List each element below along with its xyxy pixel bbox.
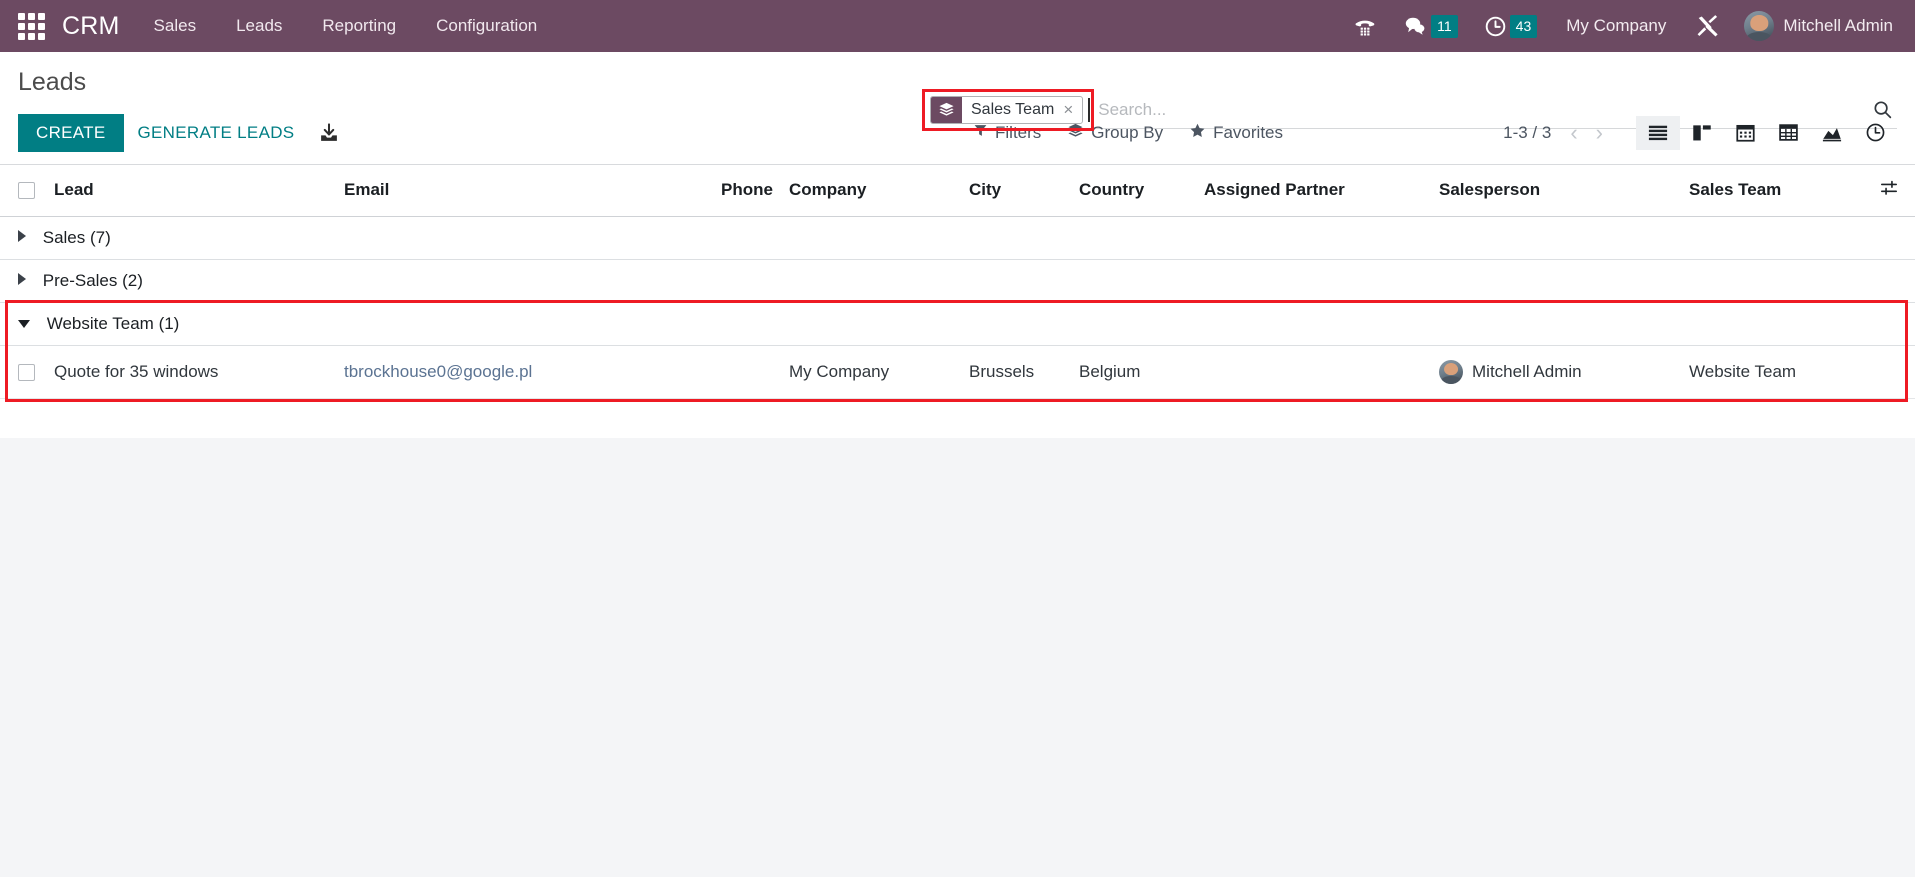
column-header-sales-team[interactable]: Sales Team <box>1681 164 1869 217</box>
view-switcher <box>1636 115 1897 150</box>
control-panel-right: 1-3 / 3 ‹ › <box>1493 115 1897 150</box>
group-row-website-team[interactable]: Website Team (1) <box>0 302 1915 346</box>
table-row[interactable]: Quote for 35 windows tbrockhouse0@google… <box>0 345 1915 399</box>
column-header-country[interactable]: Country <box>1071 164 1196 217</box>
company-switcher[interactable]: My Company <box>1550 0 1682 52</box>
select-all-checkbox-cell <box>0 164 46 217</box>
group-label: Pre-Sales <box>42 270 118 290</box>
pager: 1-3 / 3 ‹ › <box>1493 120 1612 146</box>
menu-item-leads[interactable]: Leads <box>216 0 302 52</box>
chevron-down-icon <box>18 319 30 328</box>
column-header-lead[interactable]: Lead <box>46 164 336 217</box>
control-panel-top: Leads Sales Team × <box>0 52 1915 129</box>
star-icon <box>1189 122 1206 144</box>
row-checkbox[interactable] <box>18 363 35 381</box>
salesperson-name: Mitchell Admin <box>1472 361 1582 381</box>
groupby-label: Group By <box>1091 122 1164 142</box>
row-checkbox-cell <box>0 345 46 399</box>
column-header-assigned-partner[interactable]: Assigned Partner <box>1196 164 1431 217</box>
column-header-city[interactable]: City <box>961 164 1071 217</box>
main-menu: Sales Leads Reporting Configuration <box>134 0 558 52</box>
phone-dialpad-icon[interactable] <box>1340 0 1390 52</box>
salesperson-avatar <box>1439 359 1463 384</box>
cell-email: tbrockhouse0@google.pl <box>336 345 666 399</box>
column-header-phone[interactable]: Phone <box>666 164 781 217</box>
column-options-icon[interactable] <box>1869 164 1915 217</box>
activities-badge-count: 43 <box>1509 14 1538 38</box>
filters-dropdown[interactable]: Filters <box>960 117 1054 149</box>
user-menu[interactable]: Mitchell Admin <box>1734 0 1897 52</box>
page-title: Leads <box>18 68 87 96</box>
cell-city: Brussels <box>961 345 1071 399</box>
control-panel: Leads Sales Team × Search... CREATE GENE… <box>0 52 1915 165</box>
group-count: (1) <box>158 313 180 333</box>
control-panel-actions: CREATE GENERATE LEADS Filters Group By F… <box>0 108 1915 164</box>
cell-country: Belgium <box>1071 345 1196 399</box>
pager-next-button[interactable]: › <box>1587 120 1612 146</box>
menu-item-reporting[interactable]: Reporting <box>302 0 416 52</box>
leads-list: Lead Email Phone Company City Country As… <box>0 164 1915 399</box>
graph-view-icon[interactable] <box>1810 116 1854 150</box>
menu-item-sales[interactable]: Sales <box>134 0 217 52</box>
clock-icon <box>1485 16 1505 36</box>
group-label: Website Team <box>46 313 154 333</box>
pager-value[interactable]: 1-3 / 3 <box>1493 123 1561 143</box>
group-row-pre-sales[interactable]: Pre-Sales (2) <box>0 259 1915 303</box>
favorites-label: Favorites <box>1213 122 1284 142</box>
select-all-checkbox[interactable] <box>18 182 35 200</box>
avatar <box>1744 11 1775 41</box>
calendar-view-icon[interactable] <box>1724 115 1767 150</box>
create-button[interactable]: CREATE <box>18 114 124 152</box>
generate-leads-button[interactable]: GENERATE LEADS <box>124 114 309 152</box>
chat-bubble-icon <box>1405 17 1425 35</box>
column-header-email[interactable]: Email <box>336 164 666 217</box>
table-header-row: Lead Email Phone Company City Country As… <box>0 164 1915 217</box>
chevron-right-icon <box>18 229 26 242</box>
activity-clock-view-icon[interactable] <box>1854 115 1897 150</box>
funnel-icon <box>973 123 988 143</box>
cell-company: My Company <box>781 345 961 399</box>
cell-sales-team: Website Team <box>1681 345 1869 399</box>
cell-salesperson: Mitchell Admin <box>1431 345 1681 399</box>
column-header-company[interactable]: Company <box>781 164 961 217</box>
favorites-dropdown[interactable]: Favorites <box>1176 116 1296 150</box>
group-count: (7) <box>90 227 111 247</box>
cell-lead: Quote for 35 windows <box>46 345 336 399</box>
import-download-icon[interactable] <box>308 116 350 150</box>
messages-counter[interactable]: 11 <box>1390 0 1471 52</box>
messages-badge-count: 11 <box>1431 14 1458 38</box>
row-options-cell <box>1869 345 1915 399</box>
search-dropdowns: Filters Group By Favorites <box>960 116 1296 150</box>
column-header-salesperson[interactable]: Salesperson <box>1431 164 1681 217</box>
page-background <box>0 438 1915 877</box>
tools-icon[interactable] <box>1682 0 1734 52</box>
email-link[interactable]: tbrockhouse0@google.pl <box>344 362 532 381</box>
user-name: Mitchell Admin <box>1783 16 1893 35</box>
navbar-right: 11 43 My Company Mitchell Admin <box>1340 0 1915 52</box>
cell-phone <box>666 345 781 399</box>
apps-grid-icon[interactable] <box>16 11 46 41</box>
activities-counter[interactable]: 43 <box>1471 0 1551 52</box>
top-navbar: CRM Sales Leads Reporting Configuration <box>0 0 1915 52</box>
layers-icon <box>1067 122 1084 144</box>
cell-assigned-partner <box>1196 345 1431 399</box>
pivot-view-icon[interactable] <box>1767 115 1810 150</box>
group-row-sales[interactable]: Sales (7) <box>0 216 1915 260</box>
pager-previous-button[interactable]: ‹ <box>1561 120 1586 146</box>
group-count: (2) <box>122 270 143 290</box>
group-label: Sales <box>42 227 86 247</box>
groupby-dropdown[interactable]: Group By <box>1054 116 1176 150</box>
chevron-right-icon <box>18 272 26 285</box>
filters-label: Filters <box>995 122 1042 142</box>
leads-table: Lead Email Phone Company City Country As… <box>0 164 1915 399</box>
app-brand-crm[interactable]: CRM <box>54 0 134 52</box>
list-view-icon[interactable] <box>1636 115 1680 150</box>
menu-item-configuration[interactable]: Configuration <box>416 0 557 52</box>
kanban-view-icon[interactable] <box>1680 116 1724 150</box>
